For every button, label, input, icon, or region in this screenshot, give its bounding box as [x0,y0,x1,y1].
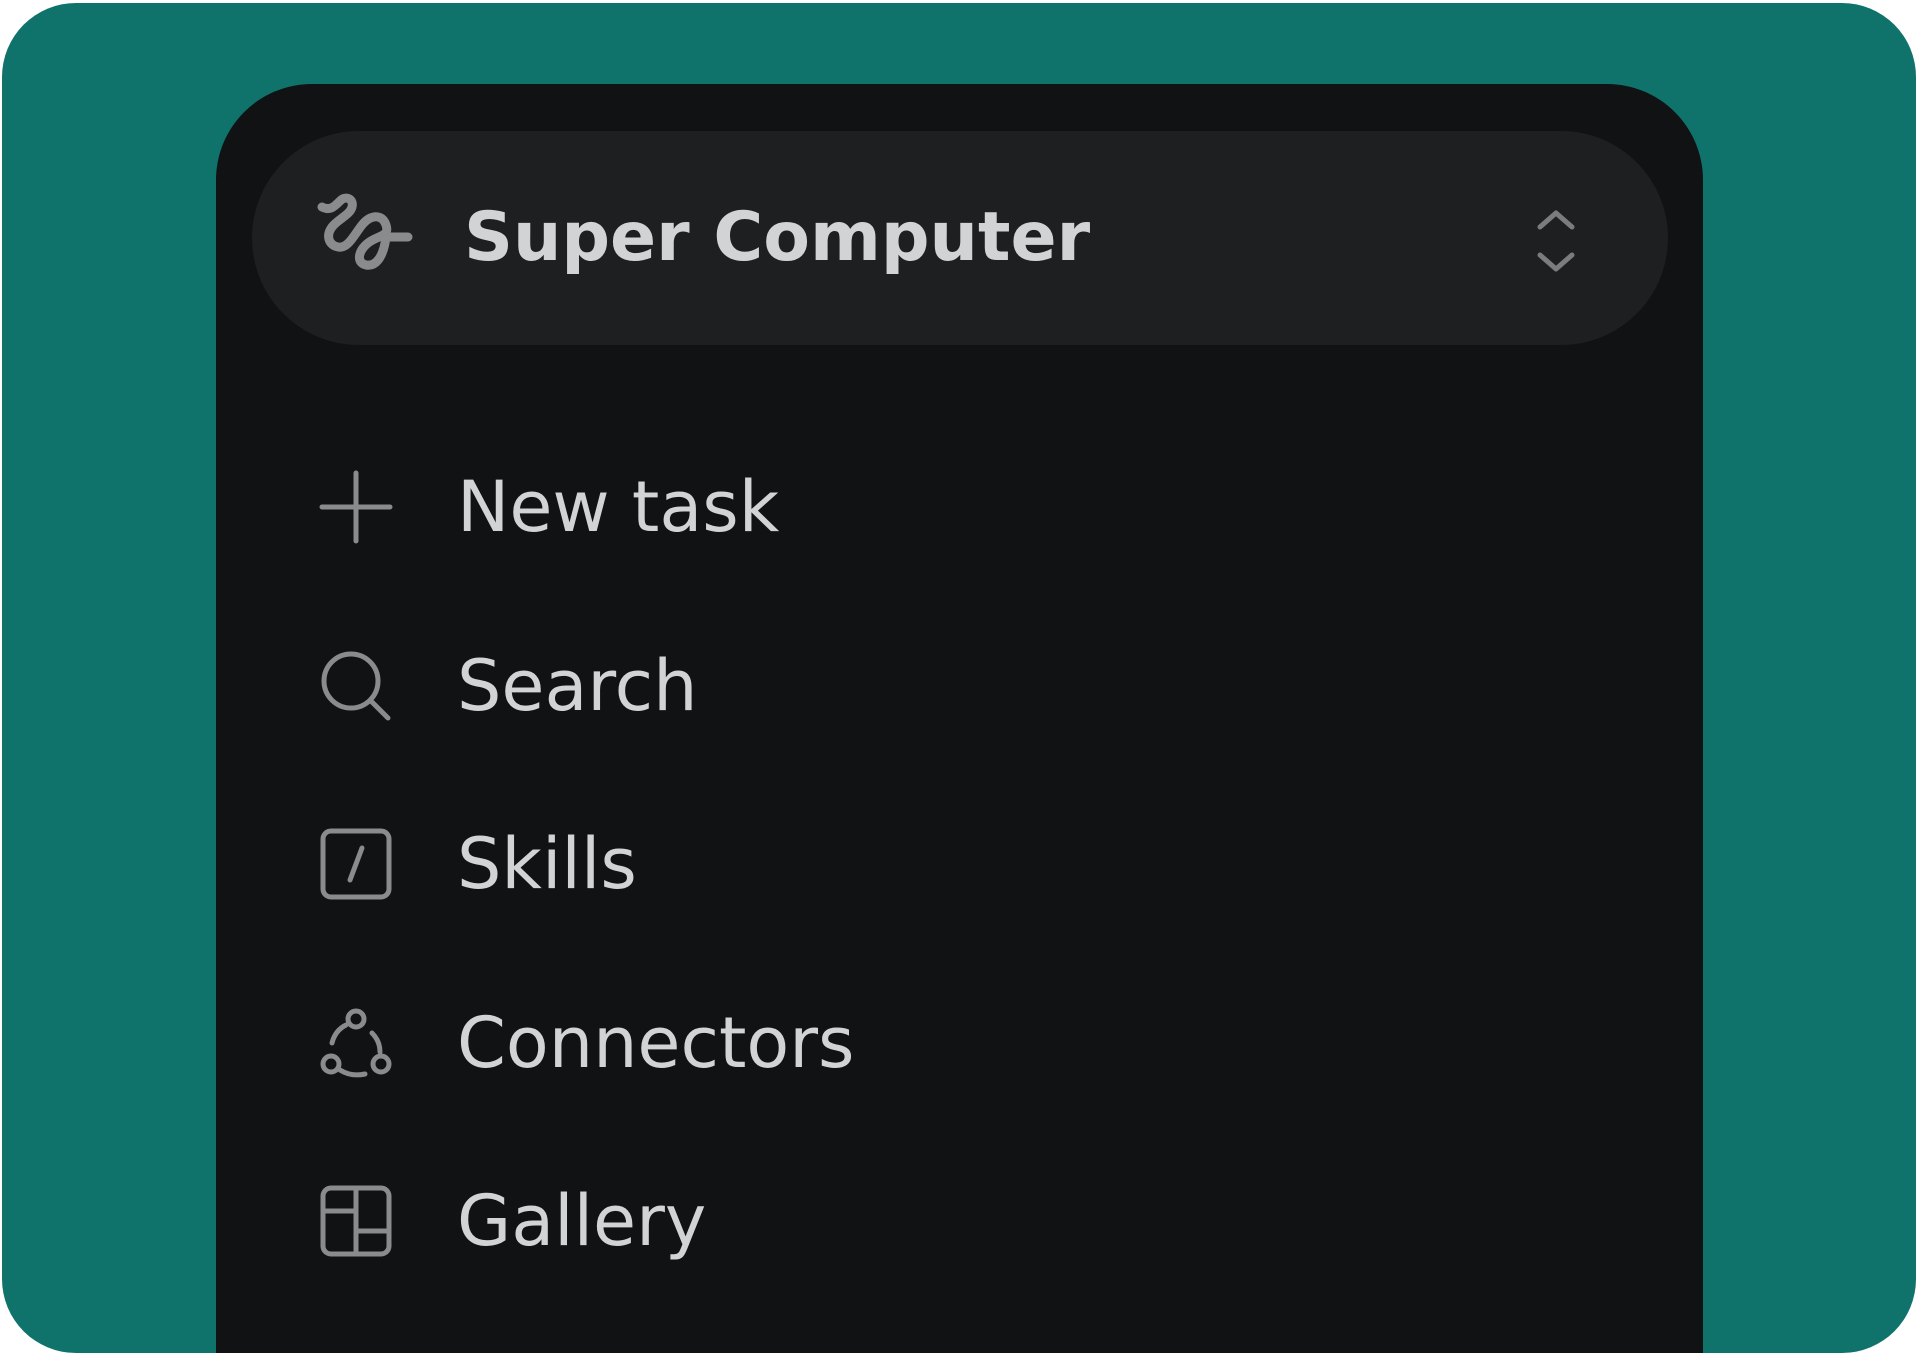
sidebar-item-connectors[interactable]: Connectors [276,968,1636,1118]
layout-grid-icon [320,1185,392,1257]
workspace-switcher[interactable]: Super Computer [252,131,1668,345]
sidebar: Super Computer New task Search Skills Co… [216,84,1703,1353]
app-frame: Super Computer New task Search Skills Co… [2,3,1916,1353]
search-icon [320,650,392,722]
sidebar-item-gallery[interactable]: Gallery [276,1146,1636,1296]
plus-icon [319,470,393,544]
sidebar-item-label: Search [457,645,698,727]
sidebar-item-label: Gallery [457,1180,707,1262]
sidebar-item-label: New task [457,466,780,548]
slash-square-icon [320,828,392,900]
sidebar-item-search[interactable]: Search [276,611,1636,761]
squiggle-logo-icon [316,189,414,287]
sidebar-item-label: Skills [457,823,637,905]
sidebar-item-new-task[interactable]: New task [276,432,1636,582]
sidebar-item-label: Connectors [457,1002,855,1084]
sidebar-item-skills[interactable]: Skills [276,789,1636,939]
workspace-name: Super Computer [464,198,1091,277]
chevron-up-down-icon [1528,207,1584,275]
connectors-icon [320,1007,392,1079]
